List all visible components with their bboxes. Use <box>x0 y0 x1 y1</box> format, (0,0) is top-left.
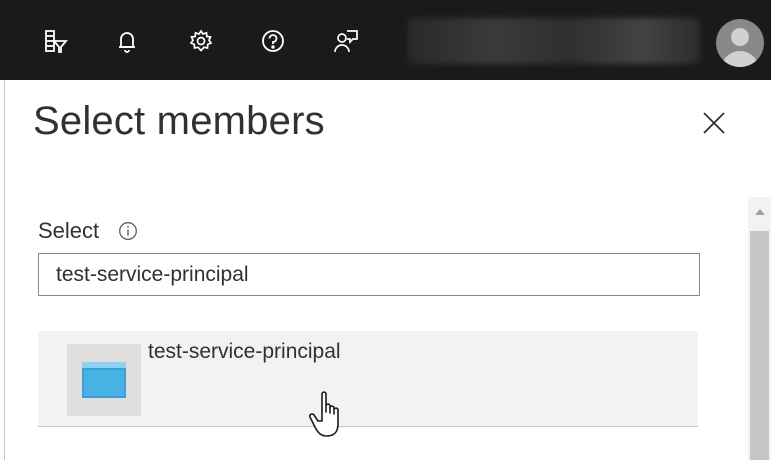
application-icon <box>67 344 141 416</box>
close-icon <box>703 112 725 134</box>
list-item[interactable]: test-service-principal <box>38 331 698 427</box>
bell-icon[interactable] <box>112 26 142 56</box>
hand-pointer-cursor-icon <box>309 391 339 437</box>
feedback-icon[interactable] <box>330 26 360 56</box>
user-avatar-icon[interactable] <box>716 19 764 67</box>
close-button[interactable] <box>697 106 731 140</box>
top-navigation-bar <box>0 0 771 80</box>
gear-icon[interactable] <box>186 26 216 56</box>
help-icon[interactable] <box>258 26 288 56</box>
page-title: Select members <box>33 99 325 143</box>
directory-filter-icon[interactable] <box>39 26 69 56</box>
scroll-up-icon[interactable] <box>748 197 771 227</box>
scrollbar[interactable] <box>748 197 771 460</box>
account-info[interactable] <box>408 18 700 64</box>
select-search-input[interactable] <box>38 253 700 296</box>
select-label: Select <box>38 218 100 243</box>
scroll-thumb[interactable] <box>750 231 769 460</box>
result-name: test-service-principal <box>148 340 341 363</box>
info-icon[interactable] <box>118 221 138 241</box>
panel-left-edge <box>0 80 5 460</box>
